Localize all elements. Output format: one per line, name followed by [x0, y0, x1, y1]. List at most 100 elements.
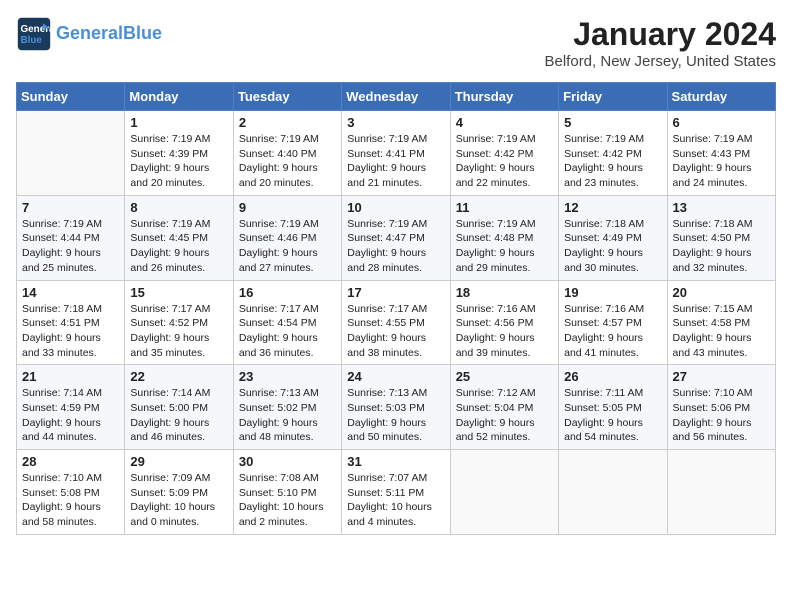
calendar-cell: [450, 450, 558, 535]
svg-text:Blue: Blue: [21, 35, 43, 46]
day-info: Sunrise: 7:15 AM Sunset: 4:58 PM Dayligh…: [673, 302, 770, 361]
calendar-cell: 12 Sunrise: 7:18 AM Sunset: 4:49 PM Dayli…: [559, 195, 667, 280]
calendar-cell: 26Sunrise: 7:11 AM Sunset: 5:05 PM Dayli…: [559, 365, 667, 450]
calendar-cell: 17 Sunrise: 7:17 AM Sunset: 4:55 PM Dayli…: [342, 280, 450, 365]
calendar-cell: 11 Sunrise: 7:19 AM Sunset: 4:48 PM Dayli…: [450, 195, 558, 280]
day-info: Sunrise: 7:18 AM Sunset: 4:49 PM Dayligh…: [564, 217, 661, 276]
day-info: Sunrise: 7:18 AM Sunset: 4:50 PM Dayligh…: [673, 217, 770, 276]
day-info: Sunrise: 7:19 AM Sunset: 4:39 PM Dayligh…: [130, 132, 227, 191]
calendar-cell: 5Sunrise: 7:19 AM Sunset: 4:42 PM Daylig…: [559, 111, 667, 196]
title-area: January 2024 Belford, New Jersey, United…: [545, 16, 777, 70]
day-number: 14: [22, 285, 119, 300]
col-thursday: Thursday: [450, 83, 558, 111]
calendar-cell: 29 Sunrise: 7:09 AM Sunset: 5:09 PM Dayli…: [125, 450, 233, 535]
calendar-cell: 14 Sunrise: 7:18 AM Sunset: 4:51 PM Dayli…: [17, 280, 125, 365]
day-info: Sunrise: 7:19 AM Sunset: 4:42 PM Dayligh…: [456, 132, 553, 191]
logo-icon: General Blue: [16, 16, 52, 52]
day-number: 23: [239, 369, 336, 384]
calendar-cell: 13 Sunrise: 7:18 AM Sunset: 4:50 PM Dayli…: [667, 195, 775, 280]
calendar-week-1: 1 Sunrise: 7:19 AM Sunset: 4:39 PM Daylig…: [17, 111, 776, 196]
day-info: Sunrise: 7:13 AM Sunset: 5:03 PM Dayligh…: [347, 386, 444, 445]
calendar-cell: 2Sunrise: 7:19 AM Sunset: 4:40 PM Daylig…: [233, 111, 341, 196]
calendar-cell: 24 Sunrise: 7:13 AM Sunset: 5:03 PM Dayli…: [342, 365, 450, 450]
calendar-week-2: 7Sunrise: 7:19 AM Sunset: 4:44 PM Daylig…: [17, 195, 776, 280]
calendar-cell: 10 Sunrise: 7:19 AM Sunset: 4:47 PM Dayli…: [342, 195, 450, 280]
calendar-cell: 20 Sunrise: 7:15 AM Sunset: 4:58 PM Dayli…: [667, 280, 775, 365]
calendar-cell: 22 Sunrise: 7:14 AM Sunset: 5:00 PM Dayli…: [125, 365, 233, 450]
calendar-cell: 6Sunrise: 7:19 AM Sunset: 4:43 PM Daylig…: [667, 111, 775, 196]
day-info: Sunrise: 7:10 AM Sunset: 5:08 PM Dayligh…: [22, 471, 119, 530]
day-number: 24: [347, 369, 444, 384]
calendar-cell: 3Sunrise: 7:19 AM Sunset: 4:41 PM Daylig…: [342, 111, 450, 196]
day-info: Sunrise: 7:19 AM Sunset: 4:47 PM Dayligh…: [347, 217, 444, 276]
calendar-cell: [667, 450, 775, 535]
col-tuesday: Tuesday: [233, 83, 341, 111]
day-info: Sunrise: 7:14 AM Sunset: 5:00 PM Dayligh…: [130, 386, 227, 445]
day-number: 30: [239, 454, 336, 469]
day-number: 8: [130, 200, 227, 215]
calendar-cell: 28 Sunrise: 7:10 AM Sunset: 5:08 PM Dayli…: [17, 450, 125, 535]
day-info: Sunrise: 7:16 AM Sunset: 4:56 PM Dayligh…: [456, 302, 553, 361]
day-number: 18: [456, 285, 553, 300]
calendar-cell: 18 Sunrise: 7:16 AM Sunset: 4:56 PM Dayli…: [450, 280, 558, 365]
day-info: Sunrise: 7:17 AM Sunset: 4:54 PM Dayligh…: [239, 302, 336, 361]
day-number: 22: [130, 369, 227, 384]
day-info: Sunrise: 7:19 AM Sunset: 4:40 PM Dayligh…: [239, 132, 336, 191]
day-number: 19: [564, 285, 661, 300]
day-number: 12: [564, 200, 661, 215]
calendar-cell: 8 Sunrise: 7:19 AM Sunset: 4:45 PM Daylig…: [125, 195, 233, 280]
day-number: 3: [347, 115, 444, 130]
day-info: Sunrise: 7:19 AM Sunset: 4:45 PM Dayligh…: [130, 217, 227, 276]
day-number: 29: [130, 454, 227, 469]
day-number: 28: [22, 454, 119, 469]
calendar-cell: 31Sunrise: 7:07 AM Sunset: 5:11 PM Dayli…: [342, 450, 450, 535]
day-number: 15: [130, 285, 227, 300]
logo-text-line1: GeneralBlue: [56, 24, 162, 44]
day-info: Sunrise: 7:19 AM Sunset: 4:48 PM Dayligh…: [456, 217, 553, 276]
day-info: Sunrise: 7:17 AM Sunset: 4:52 PM Dayligh…: [130, 302, 227, 361]
day-info: Sunrise: 7:18 AM Sunset: 4:51 PM Dayligh…: [22, 302, 119, 361]
day-number: 4: [456, 115, 553, 130]
calendar-header-row: Sunday Monday Tuesday Wednesday Thursday…: [17, 83, 776, 111]
calendar-cell: [17, 111, 125, 196]
day-number: 17: [347, 285, 444, 300]
day-info: Sunrise: 7:14 AM Sunset: 4:59 PM Dayligh…: [22, 386, 119, 445]
logo: General Blue GeneralBlue: [16, 16, 162, 52]
col-wednesday: Wednesday: [342, 83, 450, 111]
calendar-cell: 15 Sunrise: 7:17 AM Sunset: 4:52 PM Dayli…: [125, 280, 233, 365]
day-info: Sunrise: 7:10 AM Sunset: 5:06 PM Dayligh…: [673, 386, 770, 445]
day-info: Sunrise: 7:09 AM Sunset: 5:09 PM Dayligh…: [130, 471, 227, 530]
svg-text:General: General: [21, 24, 53, 35]
calendar-week-3: 14 Sunrise: 7:18 AM Sunset: 4:51 PM Dayli…: [17, 280, 776, 365]
calendar-subtitle: Belford, New Jersey, United States: [545, 53, 777, 70]
day-info: Sunrise: 7:16 AM Sunset: 4:57 PM Dayligh…: [564, 302, 661, 361]
col-friday: Friday: [559, 83, 667, 111]
day-number: 27: [673, 369, 770, 384]
col-monday: Monday: [125, 83, 233, 111]
calendar-cell: 9Sunrise: 7:19 AM Sunset: 4:46 PM Daylig…: [233, 195, 341, 280]
calendar-cell: 4 Sunrise: 7:19 AM Sunset: 4:42 PM Daylig…: [450, 111, 558, 196]
day-number: 13: [673, 200, 770, 215]
calendar-cell: 19 Sunrise: 7:16 AM Sunset: 4:57 PM Dayli…: [559, 280, 667, 365]
day-number: 20: [673, 285, 770, 300]
day-info: Sunrise: 7:11 AM Sunset: 5:05 PM Dayligh…: [564, 386, 661, 445]
day-info: Sunrise: 7:19 AM Sunset: 4:43 PM Dayligh…: [673, 132, 770, 191]
calendar-cell: 27 Sunrise: 7:10 AM Sunset: 5:06 PM Dayli…: [667, 365, 775, 450]
day-number: 10: [347, 200, 444, 215]
col-saturday: Saturday: [667, 83, 775, 111]
day-number: 31: [347, 454, 444, 469]
day-info: Sunrise: 7:12 AM Sunset: 5:04 PM Dayligh…: [456, 386, 553, 445]
day-number: 11: [456, 200, 553, 215]
calendar-cell: 25 Sunrise: 7:12 AM Sunset: 5:04 PM Dayli…: [450, 365, 558, 450]
calendar-week-4: 21Sunrise: 7:14 AM Sunset: 4:59 PM Dayli…: [17, 365, 776, 450]
day-info: Sunrise: 7:17 AM Sunset: 4:55 PM Dayligh…: [347, 302, 444, 361]
calendar-title: January 2024: [545, 16, 777, 53]
calendar-cell: 7Sunrise: 7:19 AM Sunset: 4:44 PM Daylig…: [17, 195, 125, 280]
calendar-table: Sunday Monday Tuesday Wednesday Thursday…: [16, 82, 776, 535]
day-number: 1: [130, 115, 227, 130]
day-info: Sunrise: 7:08 AM Sunset: 5:10 PM Dayligh…: [239, 471, 336, 530]
day-number: 25: [456, 369, 553, 384]
header: General Blue GeneralBlue January 2024 Be…: [16, 16, 776, 70]
col-sunday: Sunday: [17, 83, 125, 111]
day-number: 16: [239, 285, 336, 300]
